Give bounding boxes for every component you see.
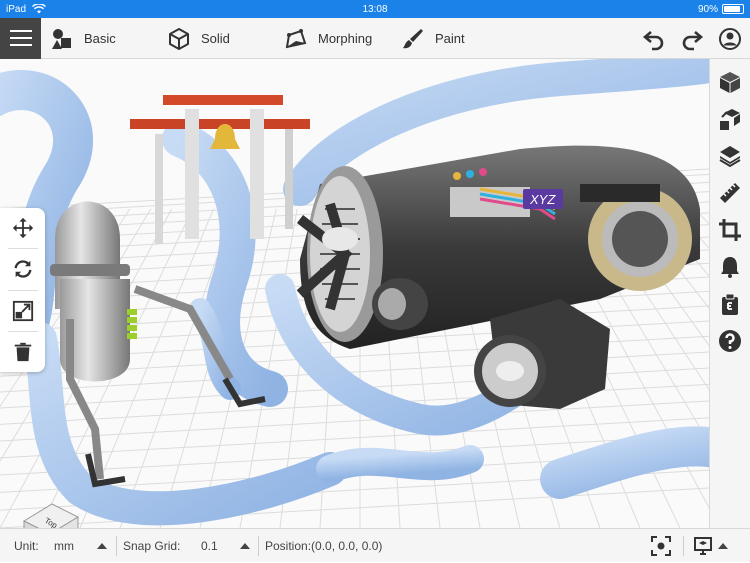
- tool-paint[interactable]: Paint: [401, 18, 465, 59]
- crop-button[interactable]: [710, 211, 750, 248]
- unit-selector[interactable]: mm: [54, 529, 74, 563]
- scale-icon: [12, 300, 34, 322]
- rotate-icon: [12, 258, 34, 280]
- snap-grid-value: 0.1: [201, 539, 218, 553]
- ruler-icon: [718, 181, 742, 205]
- focus-frame-icon: [651, 536, 671, 556]
- view-cube[interactable]: Top Right: [22, 499, 80, 528]
- model-label: XYZ: [529, 192, 556, 207]
- display-mode-dropdown-toggle[interactable]: [718, 529, 728, 563]
- display-mode-icon: [694, 537, 712, 555]
- tool-morphing[interactable]: Morphing: [284, 18, 372, 59]
- triangle-up-icon: [718, 543, 728, 549]
- menu-button[interactable]: [0, 18, 41, 59]
- snap-grid-selector[interactable]: 0.1: [201, 529, 218, 563]
- help-icon: [718, 329, 742, 353]
- snap-grid-dropdown-toggle[interactable]: [240, 529, 250, 563]
- delete-icon: [12, 341, 34, 363]
- unit-label: Unit:: [14, 529, 39, 563]
- battery-percentage: 90%: [698, 4, 718, 15]
- morphing-icon: [284, 27, 308, 51]
- device-name: iPad: [6, 4, 26, 15]
- clock: 13:08: [206, 4, 544, 15]
- triangle-up-icon: [240, 543, 250, 549]
- bottom-status-bar: Unit: mm Snap Grid: 0.1 Position:(0.0, 0…: [0, 528, 750, 562]
- tool-basic[interactable]: Basic: [50, 18, 116, 59]
- scale-button[interactable]: [0, 291, 45, 331]
- move-button[interactable]: [0, 208, 45, 248]
- object-cube-icon: [718, 70, 742, 94]
- redo-icon[interactable]: [680, 27, 704, 51]
- notifications-icon: [718, 255, 742, 279]
- delete-button[interactable]: [0, 332, 45, 372]
- layers-button[interactable]: [710, 137, 750, 174]
- battery-icon: [722, 4, 744, 14]
- measure-button[interactable]: [710, 174, 750, 211]
- top-toolbar: Basic Solid Morphing Paint: [0, 18, 750, 59]
- tool-solid[interactable]: Solid: [167, 18, 230, 59]
- cube-outline-icon: [167, 27, 191, 51]
- snap-grid-label: Snap Grid:: [123, 529, 180, 563]
- unit-dropdown-toggle[interactable]: [97, 529, 107, 563]
- 3d-viewport[interactable]: XYZ Top Right: [0, 59, 709, 528]
- hamburger-menu-icon: [10, 30, 32, 32]
- scene-canvas[interactable]: XYZ: [0, 59, 709, 528]
- unit-value: mm: [54, 539, 74, 553]
- status-bar: iPad 13:08 90%: [0, 0, 750, 18]
- layers-icon: [718, 144, 742, 168]
- basic-shapes-icon: [50, 27, 74, 51]
- transform-panel: [0, 208, 45, 372]
- move-icon: [12, 217, 34, 239]
- clipboard-icon: [718, 292, 742, 316]
- import-shape-icon: [718, 107, 742, 131]
- wifi-icon: [32, 4, 46, 14]
- import-button[interactable]: [710, 100, 750, 137]
- display-mode-button[interactable]: [694, 529, 712, 563]
- crop-icon: [718, 218, 742, 242]
- help-button[interactable]: [710, 322, 750, 359]
- focus-button[interactable]: [651, 529, 671, 563]
- undo-icon[interactable]: [642, 27, 666, 51]
- position-readout: Position:(0.0, 0.0, 0.0): [265, 529, 382, 563]
- clipboard-button[interactable]: [710, 285, 750, 322]
- notifications-button[interactable]: [710, 248, 750, 285]
- paintbrush-icon: [401, 27, 425, 51]
- triangle-up-icon: [97, 543, 107, 549]
- account-icon[interactable]: [718, 27, 742, 51]
- right-toolbar: [709, 59, 750, 528]
- rotate-button[interactable]: [0, 249, 45, 289]
- object-button[interactable]: [710, 63, 750, 100]
